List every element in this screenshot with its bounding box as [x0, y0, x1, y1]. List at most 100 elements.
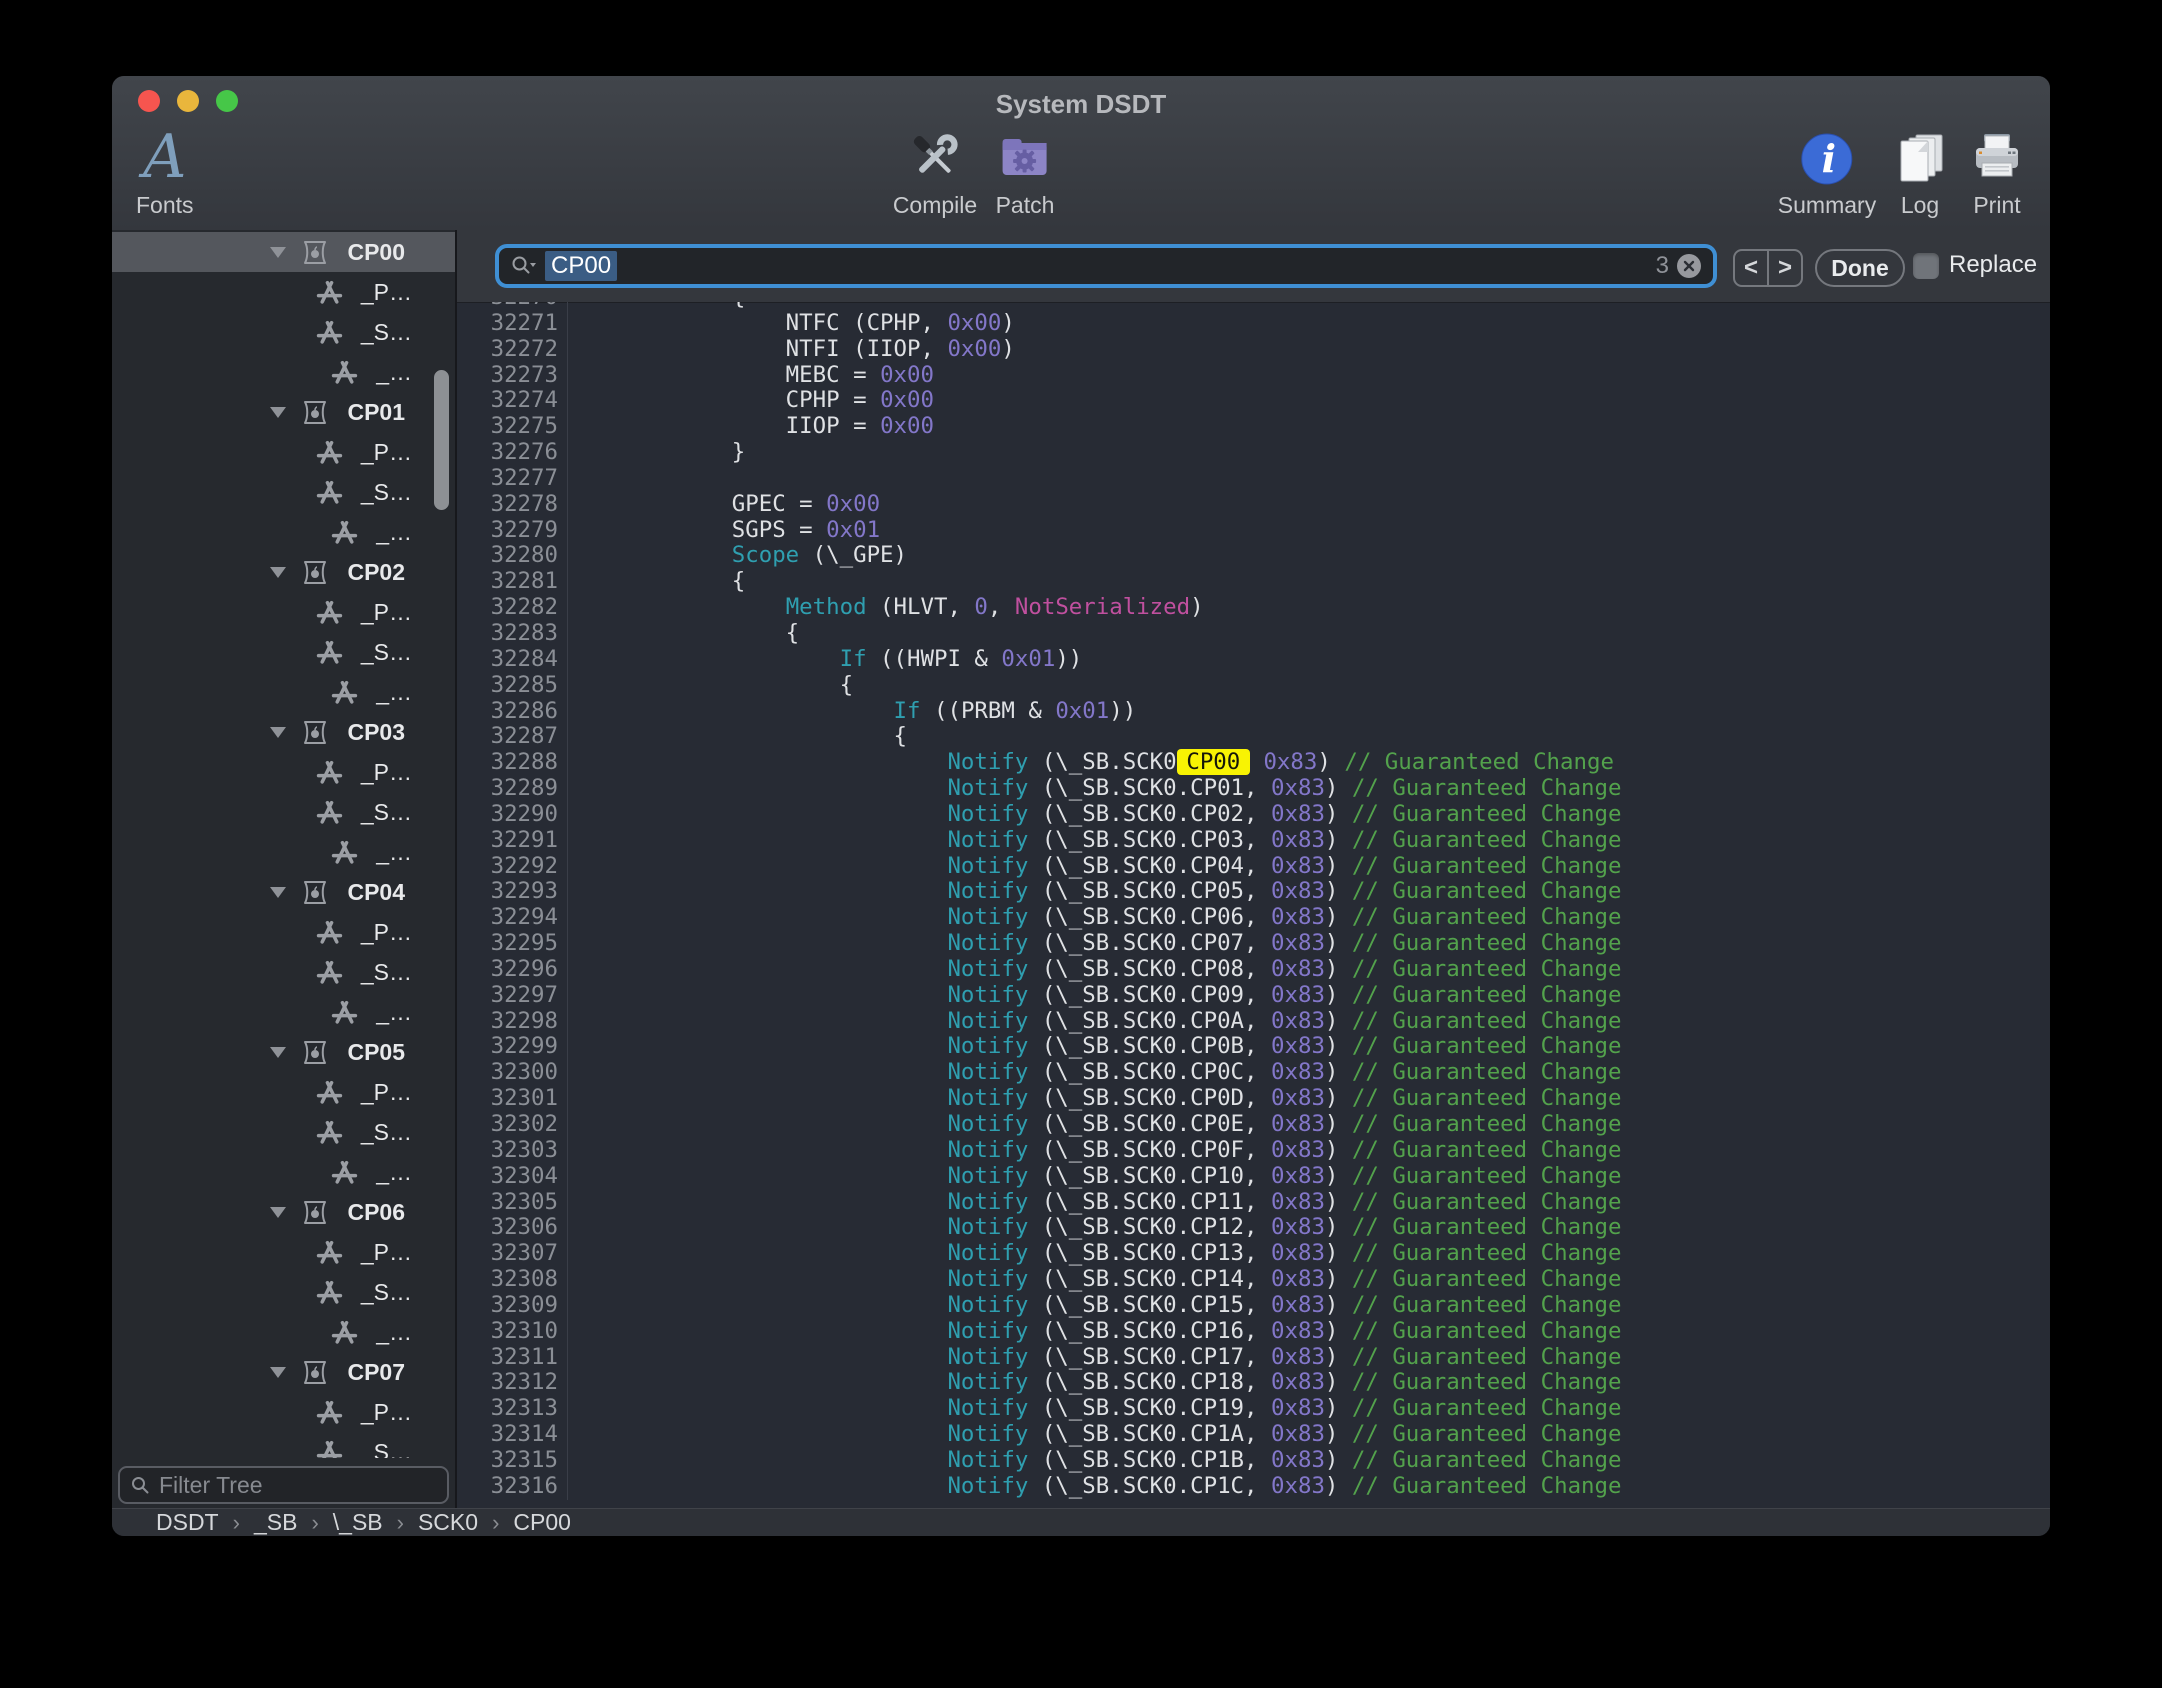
tree-leaf-cp00-1[interactable]: _S…	[112, 312, 455, 352]
scope-icon	[301, 1039, 329, 1066]
clear-search-button[interactable]	[1677, 254, 1701, 278]
breadcrumb-item-4[interactable]: CP00	[513, 1509, 571, 1536]
line-number: 32316	[457, 1474, 558, 1500]
code-line-32304: Notify (\_SB.SCK0.CP10, 0x83) // Guarant…	[570, 1164, 1622, 1190]
breadcrumb-item-3[interactable]: SCK0	[418, 1509, 478, 1536]
patch-button[interactable]: Patch	[996, 124, 1055, 219]
tree-leaf-label: _…	[376, 999, 412, 1026]
filter-tree-field[interactable]: Filter Tree	[118, 1466, 449, 1504]
tree-leaf-cp06-0[interactable]: _P…	[112, 1232, 455, 1272]
tree-leaf-cp05-2[interactable]: _…	[112, 1152, 455, 1192]
method-icon	[316, 319, 343, 345]
tree-node-cp03[interactable]: CP03	[112, 712, 455, 752]
breadcrumb-separator-icon: ›	[233, 1510, 240, 1536]
disclosure-triangle-icon[interactable]	[268, 727, 288, 738]
tree-leaf-label: _…	[376, 1159, 412, 1186]
done-button[interactable]: Done	[1815, 249, 1905, 287]
disclosure-triangle-icon[interactable]	[268, 567, 288, 578]
tree-leaf-cp03-2[interactable]: _…	[112, 832, 455, 872]
print-button[interactable]: Print	[1969, 124, 2025, 219]
scope-icon	[301, 879, 329, 906]
scope-icon	[301, 1199, 329, 1226]
tree-leaf-cp02-0[interactable]: _P…	[112, 592, 455, 632]
tree-node-cp02[interactable]: CP02	[112, 552, 455, 592]
tree-leaf-cp02-1[interactable]: _S…	[112, 632, 455, 672]
code-line-32297: Notify (\_SB.SCK0.CP09, 0x83) // Guarant…	[570, 983, 1622, 1009]
code-line-32295: Notify (\_SB.SCK0.CP07, 0x83) // Guarant…	[570, 931, 1622, 957]
tree-leaf-cp03-0[interactable]: _P…	[112, 752, 455, 792]
tree-leaf-label: _…	[376, 519, 412, 546]
line-number: 32285	[457, 673, 558, 699]
method-icon	[331, 359, 358, 385]
tree-leaf-cp05-1[interactable]: _S…	[112, 1112, 455, 1152]
find-next-button[interactable]: >	[1769, 251, 1801, 285]
code-line-32281: {	[570, 569, 1622, 595]
tree-leaf-cp06-2[interactable]: _…	[112, 1312, 455, 1352]
disclosure-triangle-icon[interactable]	[268, 1207, 288, 1218]
search-menu-icon[interactable]	[511, 255, 537, 277]
search-input[interactable]: CP00 3	[495, 244, 1717, 288]
summary-button[interactable]: i Summary	[1778, 124, 1876, 219]
tree-node-label: CP03	[347, 719, 405, 746]
tree-leaf-cp07-0[interactable]: _P…	[112, 1392, 455, 1432]
screen: System DSDT A Fonts	[0, 0, 2162, 1688]
disclosure-triangle-icon[interactable]	[268, 1047, 288, 1058]
tree-leaf-cp00-0[interactable]: _P…	[112, 272, 455, 312]
code-line-32302: Notify (\_SB.SCK0.CP0E, 0x83) // Guarant…	[570, 1112, 1622, 1138]
disclosure-triangle-icon[interactable]	[268, 1367, 288, 1378]
find-previous-button[interactable]: <	[1735, 251, 1769, 285]
breadcrumb-item-1[interactable]: _SB	[254, 1509, 297, 1536]
tree-node-cp07[interactable]: CP07	[112, 1352, 455, 1392]
tree-node-label: CP01	[347, 399, 405, 426]
tree-node-cp04[interactable]: CP04	[112, 872, 455, 912]
tree-node-cp05[interactable]: CP05	[112, 1032, 455, 1072]
replace-checkbox[interactable]	[1913, 253, 1939, 279]
method-icon	[316, 1439, 343, 1458]
breadcrumb-item-0[interactable]: DSDT	[156, 1509, 219, 1536]
tree-leaf-cp05-0[interactable]: _P…	[112, 1072, 455, 1112]
tree-leaf-cp03-1[interactable]: _S…	[112, 792, 455, 832]
sidebar-scrollbar-thumb[interactable]	[434, 370, 449, 510]
compile-button[interactable]: Compile	[893, 124, 977, 219]
code-line-32291: Notify (\_SB.SCK0.CP03, 0x83) // Guarant…	[570, 828, 1622, 854]
tree-leaf-label: _…	[376, 839, 412, 866]
line-number: 32294	[457, 905, 558, 931]
line-number: 32272	[457, 337, 558, 363]
tree-leaf-cp00-2[interactable]: _…	[112, 352, 455, 392]
tree-leaf-cp01-2[interactable]: _…	[112, 512, 455, 552]
filter-search-icon	[130, 1475, 150, 1495]
code-line-32292: Notify (\_SB.SCK0.CP04, 0x83) // Guarant…	[570, 854, 1622, 880]
disclosure-triangle-icon[interactable]	[268, 407, 288, 418]
line-number: 32298	[457, 1009, 558, 1035]
disclosure-triangle-icon[interactable]	[268, 887, 288, 898]
code-line-32296: Notify (\_SB.SCK0.CP08, 0x83) // Guarant…	[570, 957, 1622, 983]
tree-leaf-cp04-0[interactable]: _P…	[112, 912, 455, 952]
tree-leaf-cp01-1[interactable]: _S…	[112, 472, 455, 512]
tree-leaf-label: _P…	[361, 759, 412, 786]
method-icon	[331, 1319, 358, 1345]
line-number: 32290	[457, 802, 558, 828]
tree-node-cp06[interactable]: CP06	[112, 1192, 455, 1232]
tree-leaf-cp04-1[interactable]: _S…	[112, 952, 455, 992]
disclosure-triangle-icon[interactable]	[268, 247, 288, 258]
tree-leaf-label: _…	[376, 679, 412, 706]
code-line-32271: NTFC (CPHP, 0x00)	[570, 311, 1622, 337]
line-number: 32289	[457, 776, 558, 802]
fonts-button[interactable]: A Fonts	[136, 124, 194, 219]
tree-leaf-cp02-2[interactable]: _…	[112, 672, 455, 712]
tree-leaf-cp07-1[interactable]: _S…	[112, 1432, 455, 1458]
tree-leaf-cp01-0[interactable]: _P…	[112, 432, 455, 472]
tree-leaf-cp06-1[interactable]: _S…	[112, 1272, 455, 1312]
method-icon	[316, 1279, 343, 1305]
tree-node-cp01[interactable]: CP01	[112, 392, 455, 432]
line-number: 32278	[457, 492, 558, 518]
tree-leaf-cp04-2[interactable]: _…	[112, 992, 455, 1032]
log-button[interactable]: Log	[1892, 124, 1948, 219]
line-number: 32283	[457, 621, 558, 647]
tree-node-cp00[interactable]: CP00	[112, 232, 455, 272]
breadcrumb-item-2[interactable]: \_SB	[333, 1509, 383, 1536]
code-area[interactable]: 3227032271322723227332274322753227632277…	[457, 302, 2050, 1508]
code-line-32299: Notify (\_SB.SCK0.CP0B, 0x83) // Guarant…	[570, 1034, 1622, 1060]
code-line-32298: Notify (\_SB.SCK0.CP0A, 0x83) // Guarant…	[570, 1009, 1622, 1035]
code-line-32277	[570, 466, 1622, 492]
